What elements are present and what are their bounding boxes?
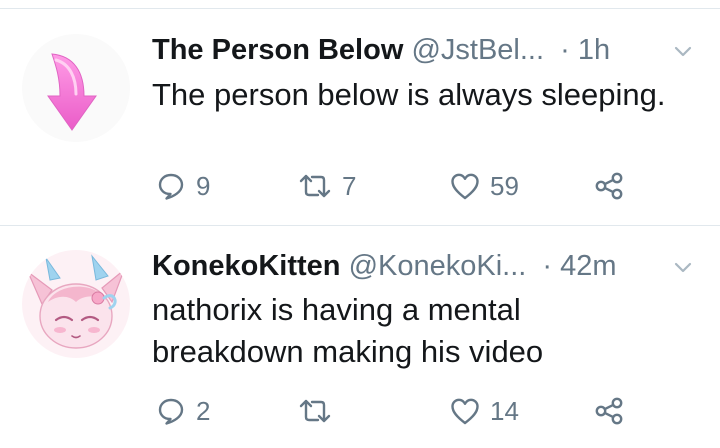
tweet-text: The person below is always sleeping. — [152, 77, 666, 112]
reply-button[interactable]: 9 — [156, 166, 210, 206]
reply-count: 2 — [196, 395, 211, 426]
handle[interactable]: @JstBel... — [411, 34, 544, 66]
retweet-button[interactable] — [298, 391, 342, 431]
like-button[interactable]: 59 — [450, 166, 519, 206]
retweet-count: 7 — [342, 170, 357, 201]
timestamp[interactable]: · 42m — [542, 250, 616, 282]
like-button[interactable]: 14 — [450, 391, 519, 431]
share-button[interactable] — [594, 391, 624, 431]
share-icon — [595, 397, 623, 425]
share-button[interactable] — [594, 166, 624, 206]
reply-icon — [158, 173, 184, 200]
reply-icon — [158, 398, 184, 425]
pink-anime-creature-avatar — [22, 250, 130, 358]
tweet-text: nathorix is having a mental breakdown ma… — [152, 289, 696, 373]
display-name[interactable]: The Person Below — [152, 34, 403, 66]
retweet-button[interactable]: 7 — [298, 166, 356, 206]
avatar[interactable] — [22, 250, 130, 358]
tweet-text-line: nathorix is having a mental — [152, 292, 521, 327]
share-icon — [595, 172, 623, 200]
like-count: 14 — [490, 395, 519, 426]
reply-button[interactable]: 2 — [156, 391, 210, 431]
timestamp[interactable]: · 1h — [560, 34, 610, 66]
avatar[interactable] — [22, 34, 130, 142]
tweet-actions: 2 14 — [152, 391, 672, 431]
retweet-icon — [299, 399, 331, 423]
tweet[interactable]: KonekoKitten @KonekoKi... · 42m nathorix… — [0, 226, 720, 448]
chevron-down-icon[interactable] — [674, 46, 692, 58]
heart-icon — [451, 398, 479, 425]
heart-icon — [451, 173, 479, 200]
tweet-actions: 9 7 59 — [152, 166, 672, 206]
reply-count: 9 — [196, 170, 211, 201]
like-count: 59 — [490, 170, 519, 201]
display-name[interactable]: KonekoKitten — [152, 250, 341, 282]
pink-curved-arrow-icon — [47, 53, 97, 131]
chevron-down-icon[interactable] — [674, 262, 692, 274]
handle[interactable]: @KonekoKi... — [349, 250, 527, 282]
tweet-header: KonekoKitten @KonekoKi... · 42m — [152, 246, 696, 286]
retweet-icon — [299, 174, 331, 198]
tweet-header: The Person Below @JstBel... · 1h — [152, 30, 696, 70]
tweet-text-line: breakdown making his video — [152, 334, 544, 369]
tweet[interactable]: The Person Below @JstBel... · 1h The per… — [0, 9, 720, 225]
